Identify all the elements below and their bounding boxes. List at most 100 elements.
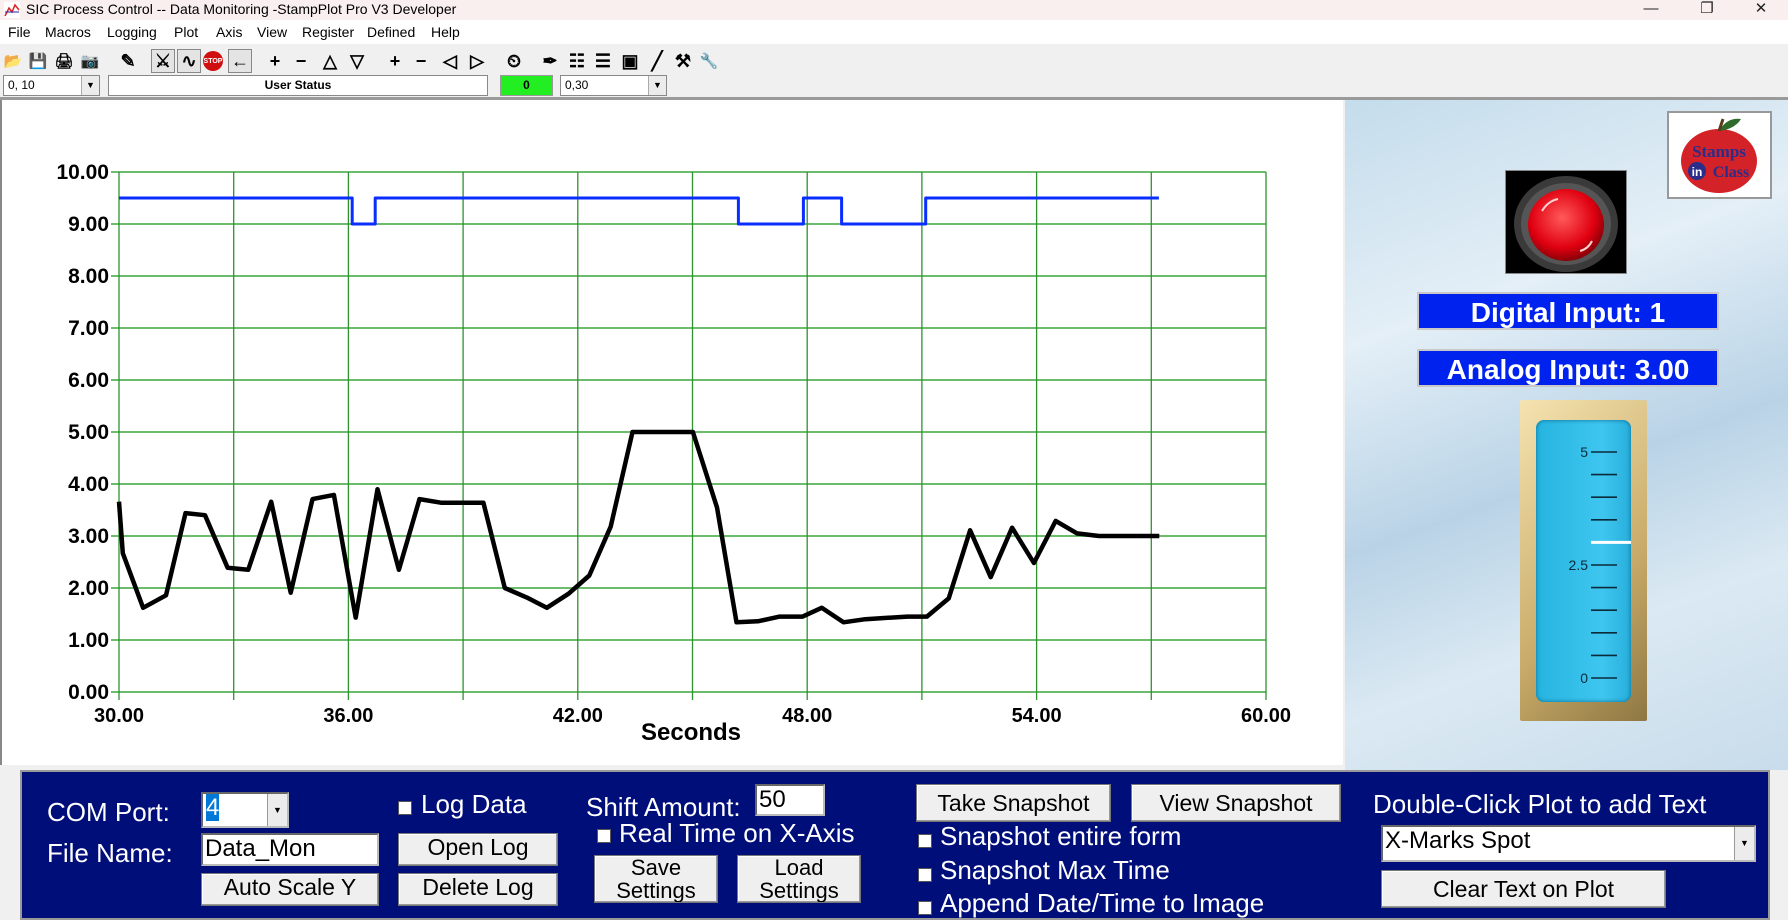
com-port-label: COM Port: <box>47 797 170 827</box>
stop-icon[interactable]: STOP <box>203 51 223 71</box>
clear-text-button[interactable]: Clear Text on Plot <box>1381 870 1666 908</box>
minimize-button[interactable]: — <box>1628 0 1674 20</box>
log-data-label: Log Data <box>421 789 527 819</box>
load-settings-line1: Load <box>774 855 824 880</box>
chevron-down-icon[interactable]: ▼ <box>1734 827 1754 860</box>
right-combo-value: 0,30 <box>565 78 589 92</box>
probe-icon[interactable]: ╱ <box>645 49 669 73</box>
menu-register[interactable]: Register <box>302 24 354 40</box>
menu-file[interactable]: File <box>8 24 31 40</box>
scroll-up-icon[interactable]: △ <box>318 49 342 73</box>
real-time-x-checkbox[interactable] <box>597 829 611 843</box>
title-bar: SIC Process Control -- Data Monitoring -… <box>0 0 1788 20</box>
plot-text-select[interactable]: X-Marks Spot ▼ <box>1381 825 1756 862</box>
y-tick-label: 3.00 <box>68 525 109 548</box>
scroll-right-icon[interactable]: ▷ <box>465 49 489 73</box>
user-status-field: User Status <box>108 75 488 96</box>
red-button-icon <box>1514 176 1618 272</box>
scroll-down-icon[interactable]: ▽ <box>345 49 369 73</box>
arrow-left-icon[interactable]: ← <box>228 49 252 73</box>
wrench-icon[interactable]: 🔧 <box>697 49 721 73</box>
open-icon[interactable]: 📂 <box>1 49 25 73</box>
delete-log-button[interactable]: Delete Log <box>398 873 558 906</box>
file-name-label: File Name: <box>47 838 173 868</box>
device-icon[interactable]: ▣ <box>618 49 642 73</box>
load-settings-line2: Settings <box>759 878 839 903</box>
control-panel: COM Port: 4 ▼ File Name: Data_Mon Auto S… <box>20 770 1770 920</box>
y-tick-label: 7.00 <box>68 317 109 340</box>
y-tick-label: 5.00 <box>68 421 109 444</box>
line-chart[interactable]: 0.00 1.00 2.00 3.00 4.00 5.00 6.00 7.00 8.00 9.00… <box>0 100 1343 765</box>
menu-help[interactable]: Help <box>431 24 460 40</box>
digital-led-indicator <box>1505 170 1627 274</box>
shift-amount-input[interactable]: 50 <box>755 784 825 816</box>
connect-icon[interactable]: ⚔ <box>151 49 175 73</box>
clear-plot-icon[interactable]: ✎ <box>116 49 140 73</box>
menu-view[interactable]: View <box>257 24 287 40</box>
double-click-hint: Double-Click Plot to add Text <box>1373 789 1707 819</box>
chevron-down-icon[interactable]: ▼ <box>81 76 99 95</box>
gauge-label: 5 <box>1580 444 1588 460</box>
x-tick-label: 60.00 <box>1241 705 1291 727</box>
chevron-down-icon[interactable]: ▼ <box>648 76 666 95</box>
app-icon <box>4 2 20 18</box>
restore-button[interactable]: ❐ <box>1684 0 1730 20</box>
gauge-label: 2.5 <box>1569 557 1589 573</box>
snapshot-entire-form-checkbox[interactable] <box>918 834 932 848</box>
zoom-out-x-icon[interactable]: − <box>409 49 433 73</box>
append-datetime-label: Append Date/Time to Image <box>940 888 1265 918</box>
save-icon[interactable]: 💾 <box>26 49 50 73</box>
tools-icon[interactable]: ⚒ <box>671 49 695 73</box>
real-time-x-label: Real Time on X-Axis <box>619 818 855 848</box>
window-title: SIC Process Control -- Data Monitoring -… <box>26 1 457 17</box>
log-data-checkbox[interactable] <box>398 801 412 815</box>
open-log-button[interactable]: Open Log <box>398 833 558 866</box>
pen-icon[interactable]: ✒ <box>538 49 562 73</box>
y-tick-label: 0.00 <box>68 681 109 704</box>
right-combo[interactable]: 0,30 ▼ <box>560 75 667 96</box>
notes-icon[interactable]: ☰ <box>591 49 615 73</box>
analog-input-readout: Analog Input: 3.00 <box>1417 349 1719 387</box>
analog-gauge: 5 2.5 0 <box>1520 400 1647 721</box>
snapshot-max-time-checkbox[interactable] <box>918 868 932 882</box>
left-combo[interactable]: 0, 10 ▼ <box>3 75 100 96</box>
zoom-out-y-icon[interactable]: − <box>289 49 313 73</box>
print-icon[interactable]: 🖨 <box>52 49 76 73</box>
logo-text-stamps: Stamps <box>1692 142 1746 161</box>
snapshot-entire-form-label: Snapshot entire form <box>940 821 1182 851</box>
toolbar: 📂 💾 🖨 📷 ✎ ⚔ ∿ STOP ← + − △ ▽ + − ◁ ▷ ⏲ ✒ ☷ ☰ ▣ ╱ ⚒ 🔧 0, 10 ▼ Use… <box>0 44 1788 100</box>
series-line-analog-input <box>116 429 1160 625</box>
load-settings-button[interactable]: Load Settings <box>737 855 861 903</box>
scroll-left-icon[interactable]: ◁ <box>438 49 462 73</box>
save-settings-button[interactable]: Save Settings <box>594 855 718 903</box>
data-icon[interactable]: ☷ <box>565 49 589 73</box>
save-settings-line1: Save <box>630 855 682 880</box>
x-tick-label: 30.00 <box>94 705 144 727</box>
plot-on-icon[interactable]: ∿ <box>177 49 201 73</box>
camera-icon[interactable]: 📷 <box>78 49 102 73</box>
digital-input-readout: Digital Input: 1 <box>1417 292 1719 330</box>
auto-scale-y-button[interactable]: Auto Scale Y <box>201 873 379 906</box>
view-snapshot-button[interactable]: View Snapshot <box>1131 784 1341 822</box>
menu-logging[interactable]: Logging <box>107 24 157 40</box>
gauge-label: 0 <box>1580 670 1588 686</box>
y-tick-label: 6.00 <box>68 369 109 392</box>
close-button[interactable]: ✕ <box>1738 0 1784 20</box>
zoom-in-y-icon[interactable]: + <box>263 49 287 73</box>
file-name-input[interactable]: Data_Mon <box>201 833 379 866</box>
left-combo-value: 0, 10 <box>8 78 35 92</box>
menu-bar: File Macros Logging Plot Axis View Regis… <box>0 20 1788 44</box>
clock-icon[interactable]: ⏲ <box>502 49 526 73</box>
menu-defined[interactable]: Defined <box>367 24 415 40</box>
chevron-down-icon[interactable]: ▼ <box>267 794 287 826</box>
menu-plot[interactable]: Plot <box>174 24 198 40</box>
take-snapshot-button[interactable]: Take Snapshot <box>916 784 1111 822</box>
menu-axis[interactable]: Axis <box>216 24 242 40</box>
x-tick-label: 54.00 <box>1012 705 1062 727</box>
menu-macros[interactable]: Macros <box>45 24 91 40</box>
com-port-select[interactable]: 4 ▼ <box>201 792 289 828</box>
append-datetime-checkbox[interactable] <box>918 901 932 915</box>
x-axis-label: Seconds <box>641 719 741 746</box>
snapshot-max-time-label: Snapshot Max Time <box>940 855 1170 885</box>
zoom-in-x-icon[interactable]: + <box>383 49 407 73</box>
